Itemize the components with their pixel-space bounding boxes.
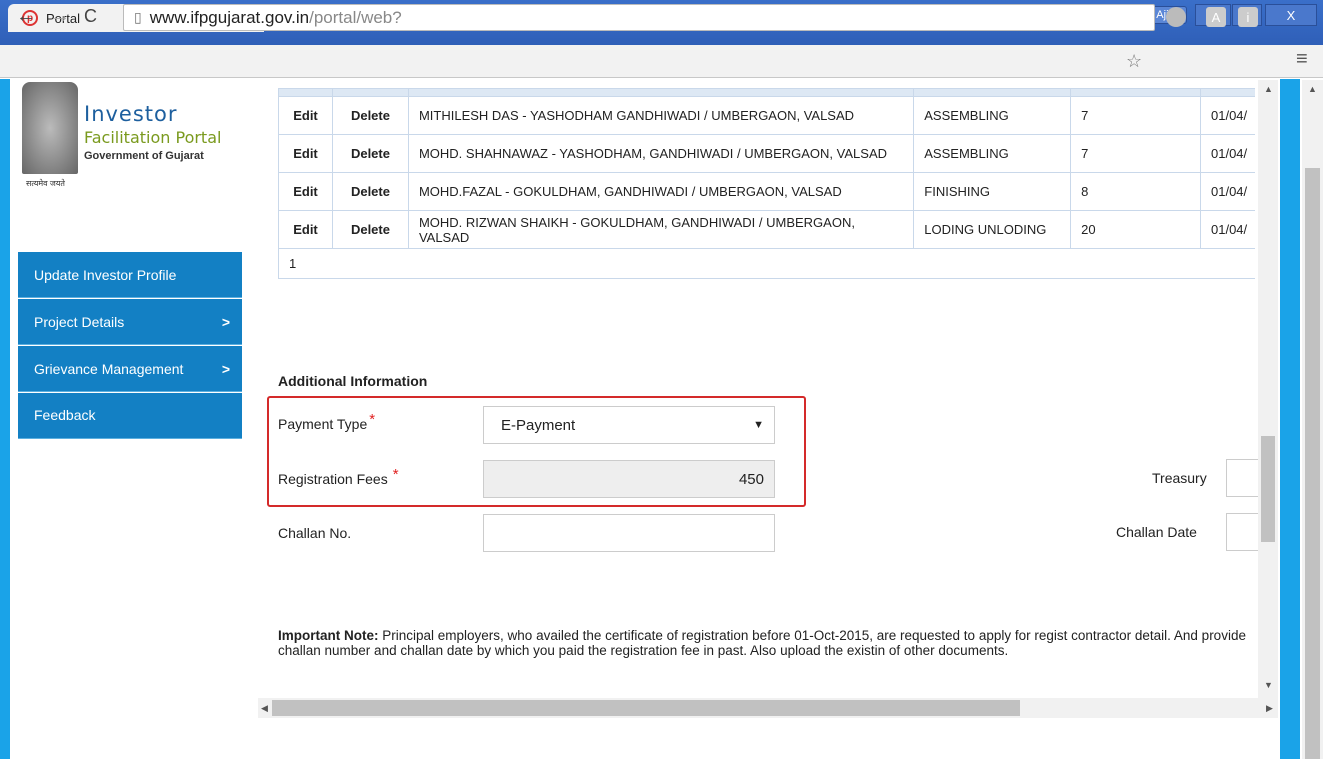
extension-a-icon[interactable]: A [1206,7,1226,27]
url-domain: www.ifpgujarat.gov.in [149,7,310,27]
treasury-label: Treasury [1152,470,1207,486]
edit-button[interactable]: Edit [278,134,333,173]
logo-line2: Facilitation Portal [84,128,222,147]
table-row: Edit Delete MITHILESH DAS - YASHODHAM GA… [278,96,1255,135]
scroll-right-arrow-icon[interactable]: ▶ [1266,703,1273,714]
date-cell: 01/04/ [1200,172,1255,211]
registration-fees-value: 450 [738,470,764,488]
back-arrow-icon[interactable]: ← [16,4,36,28]
count-cell: 8 [1070,172,1201,211]
contractor-name-cell: MITHILESH DAS - YASHODHAM GANDHIWADI / U… [407,96,915,135]
horizontal-scroll-thumb[interactable] [272,700,1020,716]
delete-button[interactable]: Delete [331,134,409,173]
bookmark-star-icon[interactable]: ☆ [1126,51,1142,72]
inner-vertical-scrollbar[interactable] [1258,80,1278,698]
challan-no-label: Challan No. [278,525,352,541]
registration-fees-field: 450 [483,460,775,498]
menu-hamburger-icon[interactable]: ≡ [1296,48,1308,71]
count-cell: 7 [1070,96,1201,135]
delete-button[interactable]: Delete [331,96,409,135]
table-pager-row: 1 [278,248,1255,279]
logo-motto: सत्यमेव जयते [26,179,65,188]
drive-extension-icon[interactable] [1166,7,1186,27]
table-row: Edit Delete MOHD. RIZWAN SHAIKH - GOKULD… [278,210,1255,249]
delete-button[interactable]: Delete [331,210,409,249]
sidebar-item-grievance-management[interactable]: Grievance Management > [18,346,242,392]
scroll-left-arrow-icon[interactable]: ◀ [261,703,268,714]
count-cell: 20 [1070,210,1201,249]
important-note: Important Note: Principal employers, who… [278,628,1255,674]
table-row: Edit Delete MOHD. SHAHNAWAZ - YASHODHAM,… [278,134,1255,173]
edit-button[interactable]: Edit [278,210,333,249]
registration-fees-label-text: Registration Fees [278,471,388,487]
right-accent-bar [1280,79,1300,759]
extension-i-icon[interactable]: i [1238,7,1258,27]
date-cell: 01/04/ [1200,96,1255,135]
sidebar-item-label: Update Investor Profile [34,266,177,283]
left-accent-bar [0,79,10,759]
date-cell: 01/04/ [1200,210,1255,249]
payment-type-select[interactable]: E-Payment ▼ [483,406,775,444]
page-number-link[interactable]: 1 [278,248,1255,279]
work-type-cell: ASSEMBLING [913,134,1072,173]
edit-button[interactable]: Edit [278,96,333,135]
work-type-cell: FINISHING [913,172,1072,211]
scroll-down-arrow-icon[interactable]: ▼ [1264,680,1273,690]
sidebar-item-feedback[interactable]: Feedback [18,393,242,439]
contractor-name-cell: MOHD. RIZWAN SHAIKH - GOKULDHAM, GANDHIW… [407,210,915,249]
required-mark: * [369,411,376,428]
sidebar-item-label: Feedback [34,407,96,423]
table-header-row [278,88,1255,97]
challan-no-input[interactable] [483,514,775,552]
url-path: /portal/web? [309,7,402,27]
date-cell: 01/04/ [1200,134,1255,173]
dropdown-arrow-icon: ▼ [753,419,764,431]
count-cell: 7 [1070,134,1201,173]
payment-type-label: Payment Type * [278,411,375,433]
logo-line1: Investor [84,102,178,126]
reload-icon[interactable]: C [84,4,97,28]
required-mark: * [392,466,399,483]
forward-arrow-icon[interactable]: → [50,4,70,28]
chevron-right-icon: > [221,360,230,377]
sidebar-item-label: Project Details [34,313,125,330]
section-title: Additional Information [278,373,428,389]
sidebar-item-update-investor-profile[interactable]: Update Investor Profile [18,252,242,298]
browser-toolbar [0,45,1323,78]
payment-type-label-text: Payment Type [278,416,368,432]
contractor-table-wrapper: Edit Delete MITHILESH DAS - YASHODHAM GA… [278,88,1255,328]
work-type-cell: ASSEMBLING [913,96,1072,135]
note-text: Principal employers, who availed the cer… [278,628,1246,658]
chevron-right-icon: > [221,313,230,330]
contractor-name-cell: MOHD. SHAHNAWAZ - YASHODHAM, GANDHIWADI … [407,134,915,173]
registration-fees-label: Registration Fees * [278,466,399,488]
payment-type-value: E-Payment [501,416,576,434]
inner-vertical-scroll-thumb[interactable] [1261,436,1275,542]
sidebar-item-project-details[interactable]: Project Details > [18,299,242,345]
logo-line3: Government of Gujarat [84,150,204,162]
portal-logo: Investor Facilitation Portal Government … [18,82,243,188]
table-row: Edit Delete MOHD.FAZAL - GOKULDHAM, GAND… [278,172,1255,211]
scroll-up-arrow-icon[interactable]: ▲ [1264,84,1273,94]
sidebar-item-label: Grievance Management [34,360,184,377]
close-window-button[interactable]: X [1265,4,1317,26]
note-title: Important Note: [278,628,379,643]
work-type-cell: LODING UNLODING [913,210,1072,249]
edit-button[interactable]: Edit [278,172,333,211]
page-icon: ▯ [134,9,142,25]
page-scroll-up-arrow-icon[interactable]: ▲ [1308,84,1317,94]
contractor-table: Edit Delete MITHILESH DAS - YASHODHAM GA… [278,88,1255,279]
emblem-icon [22,82,78,174]
page-vertical-scroll-thumb[interactable] [1305,168,1320,759]
challan-date-label: Challan Date [1116,524,1197,540]
contractor-name-cell: MOHD.FAZAL - GOKULDHAM, GANDHIWADI / UMB… [407,172,915,211]
delete-button[interactable]: Delete [331,172,409,211]
address-bar[interactable]: ▯ www.ifpgujarat.gov.in/portal/web? [123,4,1155,31]
